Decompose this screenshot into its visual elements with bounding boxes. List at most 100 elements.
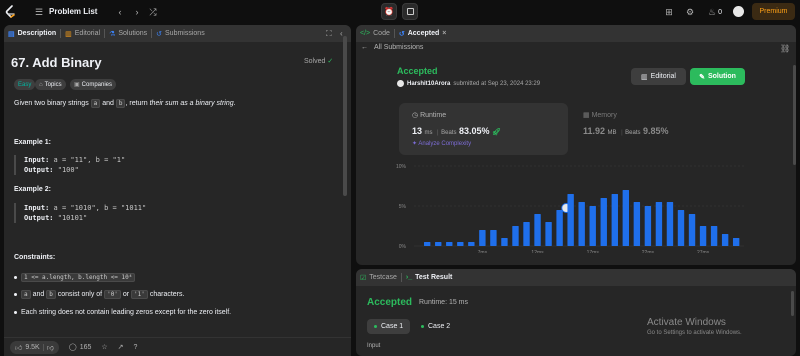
checkbox-icon: ☑ <box>360 274 367 282</box>
windows-activation-watermark: Activate Windows Go to Settings to activ… <box>647 317 742 336</box>
memory-beats: 9.85% <box>643 126 669 136</box>
memory-number: 11.92 <box>583 126 606 136</box>
list-icon[interactable]: ☰ <box>33 6 45 18</box>
constraint-item: a and b consist only of '0' or '1' chara… <box>14 290 185 299</box>
close-icon[interactable]: × <box>442 30 446 37</box>
expand-icon[interactable]: ⛶ <box>326 29 332 39</box>
comment-icon: ◯ <box>68 344 77 351</box>
tab-testcase[interactable]: ☑ Testcase <box>356 269 401 286</box>
watermark-title: Activate Windows <box>647 317 726 328</box>
alarm-icon: ⏰ <box>384 7 394 16</box>
leetcode-logo[interactable] <box>5 5 17 19</box>
tab-solutions[interactable]: ⚗ Solutions <box>105 25 151 42</box>
scrollbar[interactable] <box>343 36 347 196</box>
solved-status: Solved ✓ <box>304 57 333 65</box>
memory-label[interactable]: ▦ Memory <box>583 111 617 119</box>
problem-list-link[interactable]: Problem List <box>49 7 97 16</box>
chart-bar <box>721 234 729 246</box>
chart-bar <box>512 226 519 246</box>
username[interactable]: Harshit10Arora <box>407 81 450 87</box>
help-icon[interactable]: ? <box>134 344 138 351</box>
constraint-text: Each string does not contain leading zer… <box>21 309 232 316</box>
output-value: "10101" <box>57 214 88 222</box>
constraint-text: characters. <box>147 291 185 298</box>
desc-text: and <box>100 100 116 107</box>
desc-text: . <box>233 100 236 107</box>
submission-panel: </> Code ↺ Accepted × ← All Submissions … <box>356 25 796 265</box>
tab-label: Accepted <box>407 30 440 37</box>
x-tick-label: 22ms <box>642 250 655 253</box>
case-2-tab[interactable]: Case 2 <box>414 319 457 334</box>
chevron-right-icon[interactable]: › <box>131 6 143 18</box>
inline-code: a <box>21 290 31 299</box>
scrollbar[interactable] <box>793 65 796 165</box>
tab-editorial[interactable]: ▥ Editorial <box>61 25 104 42</box>
tab-description[interactable]: ▤ Description <box>4 25 60 42</box>
like-button[interactable]: 👍︎ 9.5K 👎︎ <box>10 340 59 354</box>
link-icon[interactable]: ⛓ <box>780 44 790 53</box>
thumbs-down-icon[interactable]: 👎︎ <box>47 343 54 352</box>
solved-label: Solved <box>304 58 326 65</box>
constraint-item: 1 <= a.length, b.length <= 10⁴ <box>14 273 136 282</box>
result-runtime: Runtime: 15 ms <box>419 299 469 306</box>
button-label: Editorial <box>650 73 676 80</box>
tab-accepted[interactable]: ↺ Accepted × <box>395 25 450 42</box>
avatar[interactable] <box>733 6 744 17</box>
all-submissions-link[interactable]: ← All Submissions <box>361 44 423 51</box>
analyze-label: Analyze Complexity <box>418 141 472 147</box>
comments-button[interactable]: ◯ 165 <box>68 343 92 352</box>
top-bar: ☰ Problem List ‹ › ⤮ ⏰ ⊞ ⚙ ♨ 0 Premium <box>0 0 800 24</box>
chart-bar <box>468 242 475 246</box>
divider <box>42 343 44 351</box>
example-1-heading: Example 1: <box>14 139 51 146</box>
tab-submissions[interactable]: ↺ Submissions <box>152 25 209 42</box>
chart-bar <box>567 194 574 246</box>
book-icon: ▥ <box>65 30 72 38</box>
share-icon[interactable]: ↗ <box>118 343 124 351</box>
y-tick-label: 10% <box>396 164 407 170</box>
tab-test-result[interactable]: ›_ Test Result <box>402 269 456 286</box>
chart-bar <box>732 238 740 246</box>
chart-bar <box>490 230 497 246</box>
stat-label-text: Runtime <box>420 112 447 119</box>
solution-button[interactable]: ✎ Solution <box>690 68 745 85</box>
companies-chip[interactable]: ▣ Companies <box>70 79 117 90</box>
code-tabs: </> Code ↺ Accepted × <box>356 25 796 42</box>
pass-dot <box>374 325 377 328</box>
notes-icon <box>406 8 414 15</box>
chart-bar <box>644 206 652 246</box>
settings-icon[interactable]: ⚙ <box>684 6 696 18</box>
runtime-value: 13 ms | Beats 83.05% 🚀︎ <box>412 126 501 136</box>
back-link-label: All Submissions <box>374 44 424 51</box>
tab-code[interactable]: </> Code <box>356 25 394 42</box>
scrollbar[interactable] <box>791 291 794 316</box>
input-label: Input: <box>24 204 50 212</box>
arrow-left-icon: ← <box>361 44 368 51</box>
bullet-dot <box>14 276 17 279</box>
tab-label: Editorial <box>74 30 101 37</box>
case-1-tab[interactable]: Case 1 <box>367 319 411 334</box>
chevron-left-icon[interactable]: ‹ <box>114 6 126 18</box>
timer-button[interactable]: ⏰ <box>381 3 397 20</box>
like-count: 9.5K <box>25 343 40 351</box>
grid-icon[interactable]: ⊞ <box>663 6 675 18</box>
submission-status: Accepted <box>397 66 438 76</box>
edit-icon: ✎ <box>699 73 705 81</box>
chart-bar <box>435 242 442 246</box>
memory-unit: MB <box>607 130 617 136</box>
notes-button[interactable] <box>402 3 418 20</box>
topics-chip[interactable]: ⌂ Topics <box>35 79 66 90</box>
streak-counter[interactable]: ♨ 0 <box>704 6 726 18</box>
shuffle-icon[interactable]: ⤮ <box>147 6 159 18</box>
editorial-button[interactable]: ▥ Editorial <box>631 68 686 85</box>
thumbs-up-icon: 👍︎ <box>15 344 23 352</box>
constraint-item: Each string does not contain leading zer… <box>14 309 231 316</box>
chart-bar <box>688 214 696 246</box>
tab-label: Code <box>373 30 390 37</box>
divider: | <box>437 130 439 136</box>
star-icon[interactable]: ☆ <box>101 343 107 351</box>
runtime-distribution-chart[interactable]: 10% 5% 0% 7ms 12ms 17ms 22ms 27ms <box>372 158 752 253</box>
inline-code: '1' <box>131 290 148 299</box>
premium-button[interactable]: Premium <box>752 3 795 20</box>
analyze-complexity-link[interactable]: ✦ Analyze Complexity <box>412 140 471 147</box>
